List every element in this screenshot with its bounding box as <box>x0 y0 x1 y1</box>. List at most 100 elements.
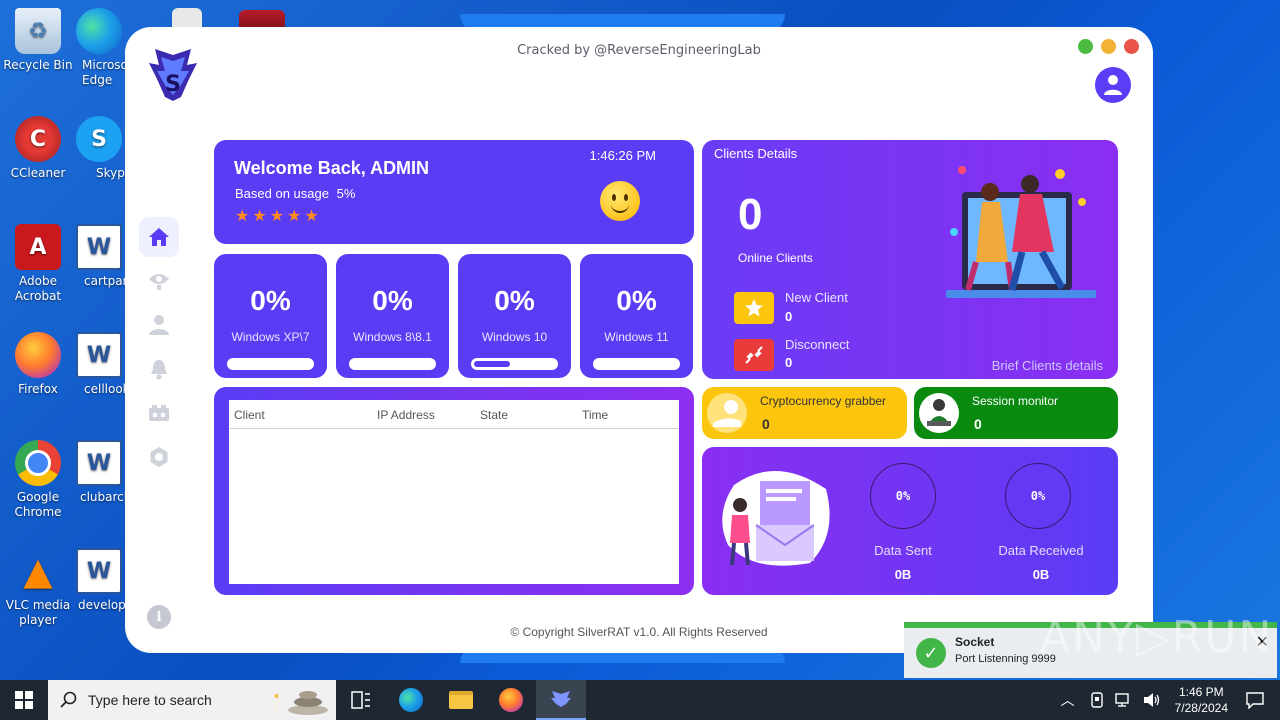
account-avatar-button[interactable] <box>1095 67 1131 103</box>
taskbar: Type here to search ︿ 1:46 PM 7/28/2024 <box>0 680 1280 720</box>
rating-stars-icon: ★★★★★ <box>235 206 322 225</box>
svg-text:S: S <box>165 72 181 97</box>
acrobat-icon: A <box>15 224 61 270</box>
column-header-client[interactable]: Client <box>234 408 377 422</box>
word-doc-icon: W <box>76 332 122 378</box>
network-icon[interactable] <box>1114 692 1133 708</box>
desktop-icon-label: Microsoft Edge <box>82 58 126 87</box>
sidebar-item-monitor[interactable] <box>139 261 179 301</box>
desktop-icon-recycle-bin[interactable]: ♻ Recycle Bin <box>0 8 76 73</box>
sidebar <box>139 217 179 481</box>
tray-overflow-chevron-icon[interactable]: ︿ <box>1061 690 1075 710</box>
window-controls <box>1078 39 1139 54</box>
os-stat-bar <box>471 358 558 370</box>
sidebar-item-builder[interactable] <box>139 393 179 433</box>
os-stat-percent: 0% <box>494 285 535 316</box>
box-icon <box>149 405 169 421</box>
anyrun-watermark: ANY▷RUN <box>1040 612 1274 663</box>
taskbar-search-box[interactable]: Type here to search <box>48 680 336 720</box>
sidebar-item-notifications[interactable] <box>139 349 179 389</box>
usage-value: 5% <box>336 186 356 201</box>
online-clients-label: Online Clients <box>738 251 813 265</box>
desktop-icon-label: CCleaner <box>10 166 66 180</box>
desktop-icon-label: VLC media player <box>5 598 71 627</box>
column-header-time[interactable]: Time <box>582 408 608 422</box>
chrome-icon <box>15 440 61 486</box>
os-stat-bar-fill <box>474 361 511 367</box>
session-monitor-label: Session monitor <box>972 394 1059 408</box>
edge-icon <box>76 8 122 54</box>
volume-icon[interactable] <box>1143 692 1161 708</box>
silverrat-window: Cracked by @ReverseEngineeringLab S i We… <box>125 27 1153 653</box>
taskbar-silverrat[interactable] <box>536 680 586 720</box>
user-icon <box>1104 75 1122 95</box>
os-stat-name: Windows XP\7 <box>231 330 310 344</box>
star-icon <box>734 292 774 324</box>
desktop-icon-label: developm... <box>78 598 126 612</box>
sidebar-item-users[interactable] <box>139 305 179 345</box>
data-transfer-card: 0% 0% Data Sent Data Received 0B 0B <box>702 447 1118 595</box>
minimize-button[interactable] <box>1101 39 1116 54</box>
taskbar-firefox[interactable] <box>486 680 536 720</box>
taskbar-time: 1:46 PM <box>1178 685 1224 699</box>
maximize-button[interactable] <box>1078 39 1093 54</box>
start-button[interactable] <box>0 680 48 720</box>
app-clock: 1:46:26 PM <box>589 148 657 163</box>
os-stat-win10: 0% Windows 10 <box>458 254 571 378</box>
desktop-icon-developm[interactable]: W developm... <box>72 548 126 613</box>
session-monitor-tile[interactable]: Session monitor 0 <box>914 387 1118 439</box>
recycle-bin-icon: ♻ <box>15 8 61 54</box>
crypto-grabber-tile[interactable]: Cryptocurrency grabber 0 <box>702 387 907 439</box>
desktop-icon-vlc[interactable]: ▲ VLC media player <box>0 548 76 628</box>
taskbar-date: 7/28/2024 <box>1174 701 1228 715</box>
search-highlight-image-icon <box>274 691 328 715</box>
user-icon <box>149 315 169 335</box>
notification-title: Socket <box>955 635 995 649</box>
welcome-card: Welcome Back, ADMIN Based on usage 5% ★★… <box>214 140 694 244</box>
task-view-icon <box>351 691 370 709</box>
close-button[interactable] <box>1124 39 1139 54</box>
desktop-icon-acrobat[interactable]: A Adobe Acrobat <box>0 224 76 304</box>
desktop-icon-edge[interactable]: Microsoft Edge <box>72 8 126 88</box>
sidebar-item-settings[interactable] <box>139 437 179 477</box>
desktop-icon-skype[interactable]: S Skype <box>72 116 126 181</box>
os-stat-percent: 0% <box>372 285 413 316</box>
eye-icon <box>149 274 169 290</box>
word-doc-icon: W <box>76 548 122 594</box>
desktop-icon-label: celllook.rtf <box>84 382 126 396</box>
device-icon[interactable] <box>1089 692 1105 708</box>
desktop-icon-celllook[interactable]: W celllook.rtf <box>72 332 126 397</box>
os-stat-name: Windows 8\8.1 <box>353 330 432 344</box>
coin-hand-icon <box>707 393 747 433</box>
os-stat-percent: 0% <box>616 285 657 316</box>
desktop-icon-ccleaner[interactable]: C CCleaner <box>0 116 76 181</box>
client-table[interactable]: Client IP Address State Time <box>229 400 679 584</box>
desktop-icon-label: Firefox <box>18 382 58 396</box>
column-header-state[interactable]: State <box>480 408 582 422</box>
bell-icon <box>151 360 167 380</box>
taskbar-edge[interactable] <box>386 680 436 720</box>
disconnect-label: Disconnect <box>785 337 850 352</box>
home-icon <box>149 228 169 246</box>
column-header-ip[interactable]: IP Address <box>377 408 480 422</box>
crypto-grabber-value: 0 <box>762 416 770 432</box>
sidebar-item-home[interactable] <box>139 217 179 257</box>
desktop-icon-label: Google Chrome <box>14 490 62 519</box>
os-stat-bar <box>227 358 314 370</box>
desktop-icon-clubarch[interactable]: W clubarch.rtf <box>72 440 126 505</box>
client-table-card: Client IP Address State Time <box>214 387 694 595</box>
task-view-button[interactable] <box>336 680 386 720</box>
ccleaner-icon: C <box>15 116 61 162</box>
skype-icon: S <box>76 116 122 162</box>
mail-illustration-icon <box>722 470 830 566</box>
notification-center-icon[interactable] <box>1246 691 1264 709</box>
brief-clients-link[interactable]: Brief Clients details <box>992 358 1103 373</box>
taskbar-file-explorer[interactable] <box>436 680 486 720</box>
welcome-title: Welcome Back, ADMIN <box>234 158 430 178</box>
usage-row: Based on usage 5% <box>235 186 355 201</box>
desktop-icon-cartpart[interactable]: W cartpart.rtf <box>72 224 126 289</box>
desktop-icon-chrome[interactable]: Google Chrome <box>0 440 76 520</box>
taskbar-clock[interactable]: 1:46 PM 7/28/2024 <box>1175 684 1228 716</box>
checkmark-icon: ✓ <box>916 638 946 668</box>
desktop-icon-firefox[interactable]: Firefox <box>0 332 76 397</box>
